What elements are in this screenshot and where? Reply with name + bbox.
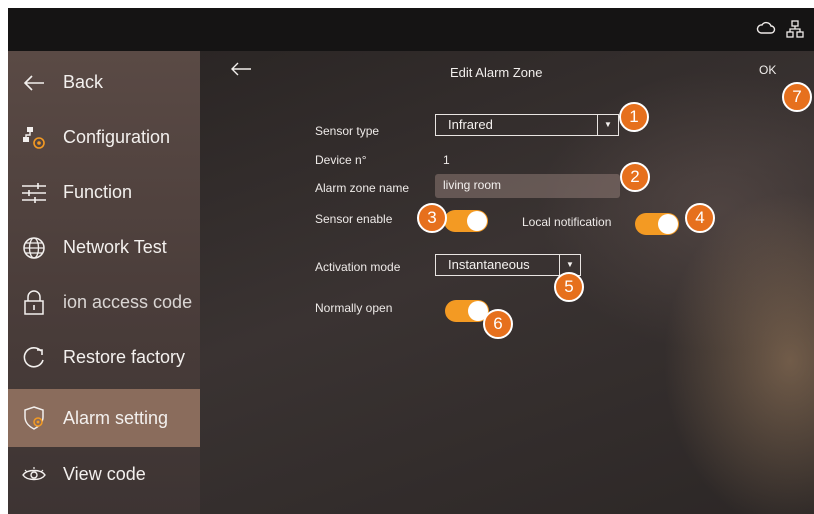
sidebar-item-label: Network Test — [63, 237, 167, 257]
callout-badge: 7 — [782, 82, 812, 112]
sidebar-item-back[interactable]: Back — [8, 55, 200, 110]
back-arrow-icon — [20, 69, 48, 97]
zone-name-input[interactable]: living room — [435, 174, 620, 198]
lock-icon — [20, 289, 48, 317]
alarm-shield-icon — [20, 404, 48, 432]
local-notification-label: Local notification — [522, 215, 612, 229]
cloud-icon — [756, 20, 776, 43]
sensor-type-value: Infrared — [448, 117, 493, 132]
sensor-enable-toggle[interactable] — [444, 210, 488, 232]
activation-mode-value: Instantaneous — [448, 257, 530, 272]
sidebar-item-label: Configuration — [63, 127, 171, 147]
device-number-value: 1 — [443, 153, 450, 167]
globe-icon — [20, 234, 48, 262]
zone-name-label: Alarm zone name — [315, 181, 410, 195]
sidebar-item-configuration[interactable]: Configuration — [8, 110, 200, 165]
ok-button[interactable]: OK — [759, 63, 776, 77]
device-number-label: Device n° — [315, 153, 367, 167]
eye-icon — [20, 461, 48, 489]
back-button[interactable] — [230, 61, 252, 82]
sidebar-item-access-code[interactable]: ion access code — [8, 275, 200, 330]
sidebar-item-restore-factory[interactable]: Restore factory — [8, 330, 200, 385]
sidebar-item-label: Restore factory — [63, 347, 186, 367]
callout-badge: 6 — [483, 309, 513, 339]
sidebar-item-label: Function — [63, 182, 133, 202]
callout-badge: 5 — [554, 272, 584, 302]
sidebar-item-label: Alarm setting — [63, 407, 169, 428]
sensor-type-label: Sensor type — [315, 124, 380, 138]
normally-open-toggle[interactable] — [445, 300, 489, 322]
sidebar-item-label: View code — [63, 464, 146, 484]
sensor-type-select[interactable]: Infrared ▼ — [435, 114, 619, 136]
sidebar-item-network-test[interactable]: Network Test — [8, 220, 200, 275]
sidebar-item-label: Back — [63, 72, 104, 92]
sidebar-item-function[interactable]: Function — [8, 165, 200, 220]
device-screen: Back Configuration Function Network Test… — [8, 8, 814, 514]
callout-badge: 4 — [685, 203, 715, 233]
callout-badge: 1 — [619, 102, 649, 132]
sidebar-item-label: ion access code — [63, 292, 193, 312]
callout-badge: 3 — [417, 203, 447, 233]
sliders-icon — [20, 179, 48, 207]
sidebar: Back Configuration Function Network Test… — [8, 51, 200, 514]
chevron-down-icon: ▼ — [597, 115, 618, 135]
sidebar-item-alarm-setting[interactable]: Alarm setting — [8, 389, 200, 447]
local-notification-toggle[interactable] — [635, 213, 679, 235]
normally-open-label: Normally open — [315, 301, 393, 315]
network-icon — [786, 20, 804, 43]
activation-mode-label: Activation mode — [315, 260, 401, 274]
main-panel: Edit Alarm Zone OK Sensor type Infrared … — [200, 51, 814, 514]
sidebar-item-view-code[interactable]: View code — [8, 447, 200, 502]
restore-icon — [20, 344, 48, 372]
sensor-enable-label: Sensor enable — [315, 212, 393, 226]
activation-mode-select[interactable]: Instantaneous ▼ — [435, 254, 581, 276]
page-title: Edit Alarm Zone — [450, 65, 543, 80]
configuration-icon — [20, 124, 48, 152]
status-bar — [8, 8, 814, 51]
callout-badge: 2 — [620, 162, 650, 192]
